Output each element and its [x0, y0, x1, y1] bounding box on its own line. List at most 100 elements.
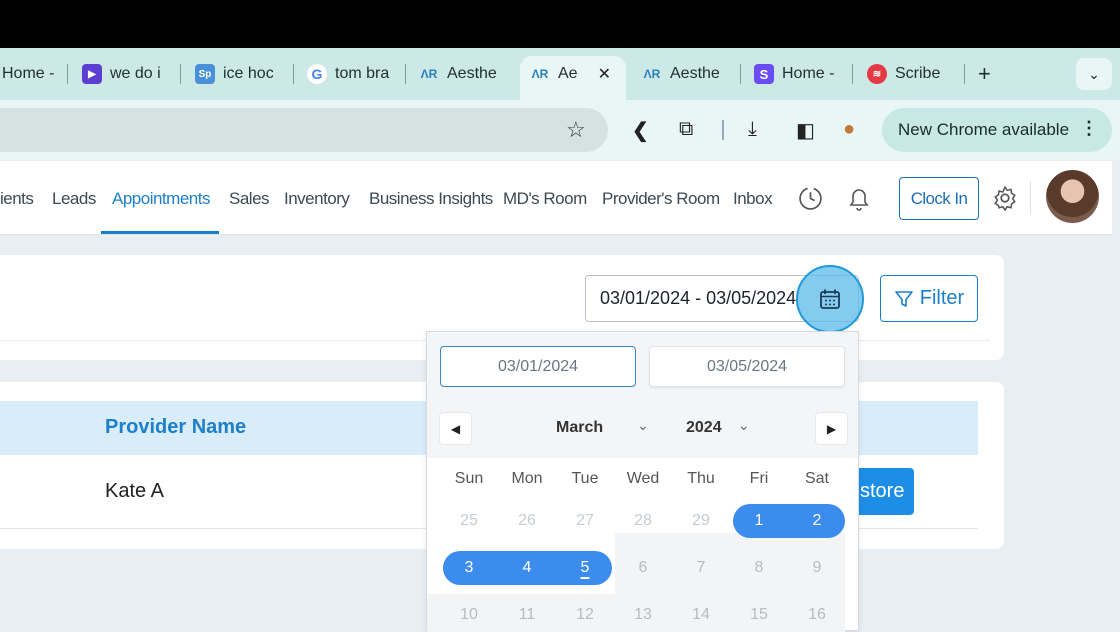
tab-label: Home - [2, 65, 55, 82]
calendar-day-selected[interactable]: 3 [440, 551, 498, 585]
calendar-day-disabled: 15 [750, 606, 768, 623]
weekday-label: Mon [511, 470, 543, 487]
nav-item-mds-room[interactable]: MD's Room [503, 189, 587, 209]
more-menu-icon[interactable]: ⋮ [1080, 118, 1098, 139]
calendar-day-disabled: 14 [692, 606, 710, 623]
extensions-icon[interactable]: ⧉ [679, 118, 693, 141]
back-arrow-icon[interactable]: ❮ [632, 118, 649, 143]
weekday-label: Tue [571, 470, 599, 487]
date-range-value: 03/01/2024 - 03/05/2024 [600, 288, 797, 308]
download-icon[interactable]: ⤓ [748, 118, 757, 141]
next-month-button[interactable]: ▶ [816, 413, 847, 444]
side-panel-icon[interactable]: ◧ [796, 118, 815, 143]
month-navigation: ◀ March ⌄ 2024 ⌄ ▶ [427, 400, 858, 458]
filter-button[interactable]: Filter [880, 275, 978, 322]
nav-item-sales[interactable]: Sales [229, 189, 270, 209]
screen-top-bar [0, 0, 1120, 48]
weekday-label: Fri [749, 470, 769, 487]
tab-label: Aesthe [670, 65, 720, 82]
calendar-day[interactable]: 28 [614, 504, 672, 538]
avatar[interactable] [1046, 170, 1099, 223]
calendar-day[interactable]: 29 [672, 504, 730, 538]
nav-item-inventory[interactable]: Inventory [284, 189, 350, 209]
browser-tab[interactable]: S Home - [754, 57, 840, 91]
tab-label: we do i [110, 65, 161, 82]
browser-tab[interactable]: G tom bra [307, 57, 393, 91]
chevron-down-icon[interactable]: ⌄ [738, 417, 750, 434]
app-nav-bar: ients Leads Appointments Sales Inventory… [0, 161, 1112, 235]
column-header-provider-name[interactable]: Provider Name [105, 416, 246, 439]
calendar-button[interactable] [796, 265, 864, 333]
calendar-day-today[interactable]: 5 [556, 551, 614, 585]
google-icon: G [307, 64, 327, 84]
month-select[interactable]: March [556, 419, 603, 437]
date-picker-popup: 03/01/2024 03/05/2024 ◀ March ⌄ 2024 ⌄ ▶… [426, 331, 859, 632]
bookmark-star-icon[interactable]: ☆ [566, 117, 586, 143]
browser-tab[interactable]: Sp ice hoc [195, 57, 281, 91]
provider-name-cell: Kate A [105, 480, 164, 502]
prev-month-button[interactable]: ◀ [440, 413, 471, 444]
tab-label: Scribe [895, 65, 941, 82]
nav-divider [1030, 181, 1031, 215]
calendar-day-disabled: 12 [576, 606, 594, 623]
calendar-day-disabled: 8 [754, 559, 764, 576]
calendar-day-disabled: 13 [634, 606, 652, 623]
plus-icon: + [978, 61, 991, 86]
tab-label: Home - [782, 65, 835, 82]
triangle-right-icon: ▶ [826, 421, 837, 436]
profile-icon[interactable]: ● [843, 118, 855, 141]
address-bar[interactable]: ☆ [0, 108, 608, 152]
nav-item-patients[interactable]: ients [0, 189, 34, 209]
nav-item-inbox[interactable]: Inbox [733, 189, 773, 209]
tab-search-button[interactable]: ⌄ [1076, 58, 1112, 90]
browser-tab[interactable]: ΛR Aesthe [642, 57, 728, 91]
browser-toolbar: ☆ ❮ ⧉ ⤓ ◧ ● New Chrome available ⋮ [0, 100, 1120, 160]
calendar-day-disabled: 10 [460, 606, 478, 623]
filter-label: Filter [919, 287, 965, 309]
year-select[interactable]: 2024 [686, 419, 722, 437]
browser-tab[interactable]: ΛR Aesthe [419, 57, 503, 91]
new-tab-button[interactable]: + [978, 57, 998, 91]
calendar-day-selected[interactable]: 1 [730, 504, 788, 538]
new-chrome-available-button[interactable]: New Chrome available ⋮ [882, 108, 1112, 152]
weekday-label: Thu [687, 470, 715, 487]
history-clock-icon[interactable] [798, 186, 823, 211]
nav-item-business-insights[interactable]: Business Insights [369, 189, 493, 209]
browser-tab[interactable]: ▶ we do i [82, 57, 166, 91]
nav-item-leads[interactable]: Leads [52, 189, 96, 209]
calendar-day-selected[interactable]: 2 [788, 504, 846, 538]
calendar-day[interactable]: 27 [556, 504, 614, 538]
nav-item-providers-room[interactable]: Provider's Room [602, 189, 720, 209]
update-label: New Chrome available [898, 120, 1070, 139]
tab-label: ice hoc [223, 65, 274, 82]
gear-icon[interactable] [992, 185, 1018, 211]
browser-tab[interactable]: ≋ Scribe [867, 57, 949, 91]
tab-label: Ae [558, 65, 578, 82]
triangle-left-icon: ◀ [450, 421, 461, 436]
calendar-icon [820, 289, 840, 309]
bell-icon[interactable] [847, 186, 871, 212]
calendar-day[interactable]: 25 [440, 504, 498, 538]
clock-in-button[interactable]: Clock In [899, 177, 979, 220]
tab-label: tom bra [335, 65, 390, 82]
tab-label: Aesthe [447, 65, 497, 82]
chevron-down-icon[interactable]: ⌄ [637, 417, 649, 434]
calendar-day-selected[interactable]: 4 [498, 551, 556, 585]
s-icon: S [754, 64, 774, 84]
end-date-input[interactable]: 03/05/2024 [649, 346, 845, 387]
active-nav-underline [101, 231, 219, 234]
ar-logo-icon: ΛR [531, 67, 549, 81]
toolbar-divider [722, 120, 724, 140]
calendar-day-disabled: 6 [638, 559, 648, 576]
weekday-label: Sun [454, 470, 484, 487]
calendar-day[interactable]: 26 [498, 504, 556, 538]
video-icon: ▶ [82, 64, 102, 84]
browser-tab[interactable]: Home - [2, 57, 58, 91]
browser-tab-active[interactable]: ΛR Ae ✕ [530, 57, 620, 91]
sp-icon: Sp [195, 64, 215, 84]
scribe-icon: ≋ [867, 64, 887, 84]
funnel-icon [894, 290, 913, 307]
close-tab-icon[interactable]: ✕ [598, 64, 611, 84]
start-date-input[interactable]: 03/01/2024 [440, 346, 636, 387]
nav-item-appointments[interactable]: Appointments [112, 189, 210, 209]
